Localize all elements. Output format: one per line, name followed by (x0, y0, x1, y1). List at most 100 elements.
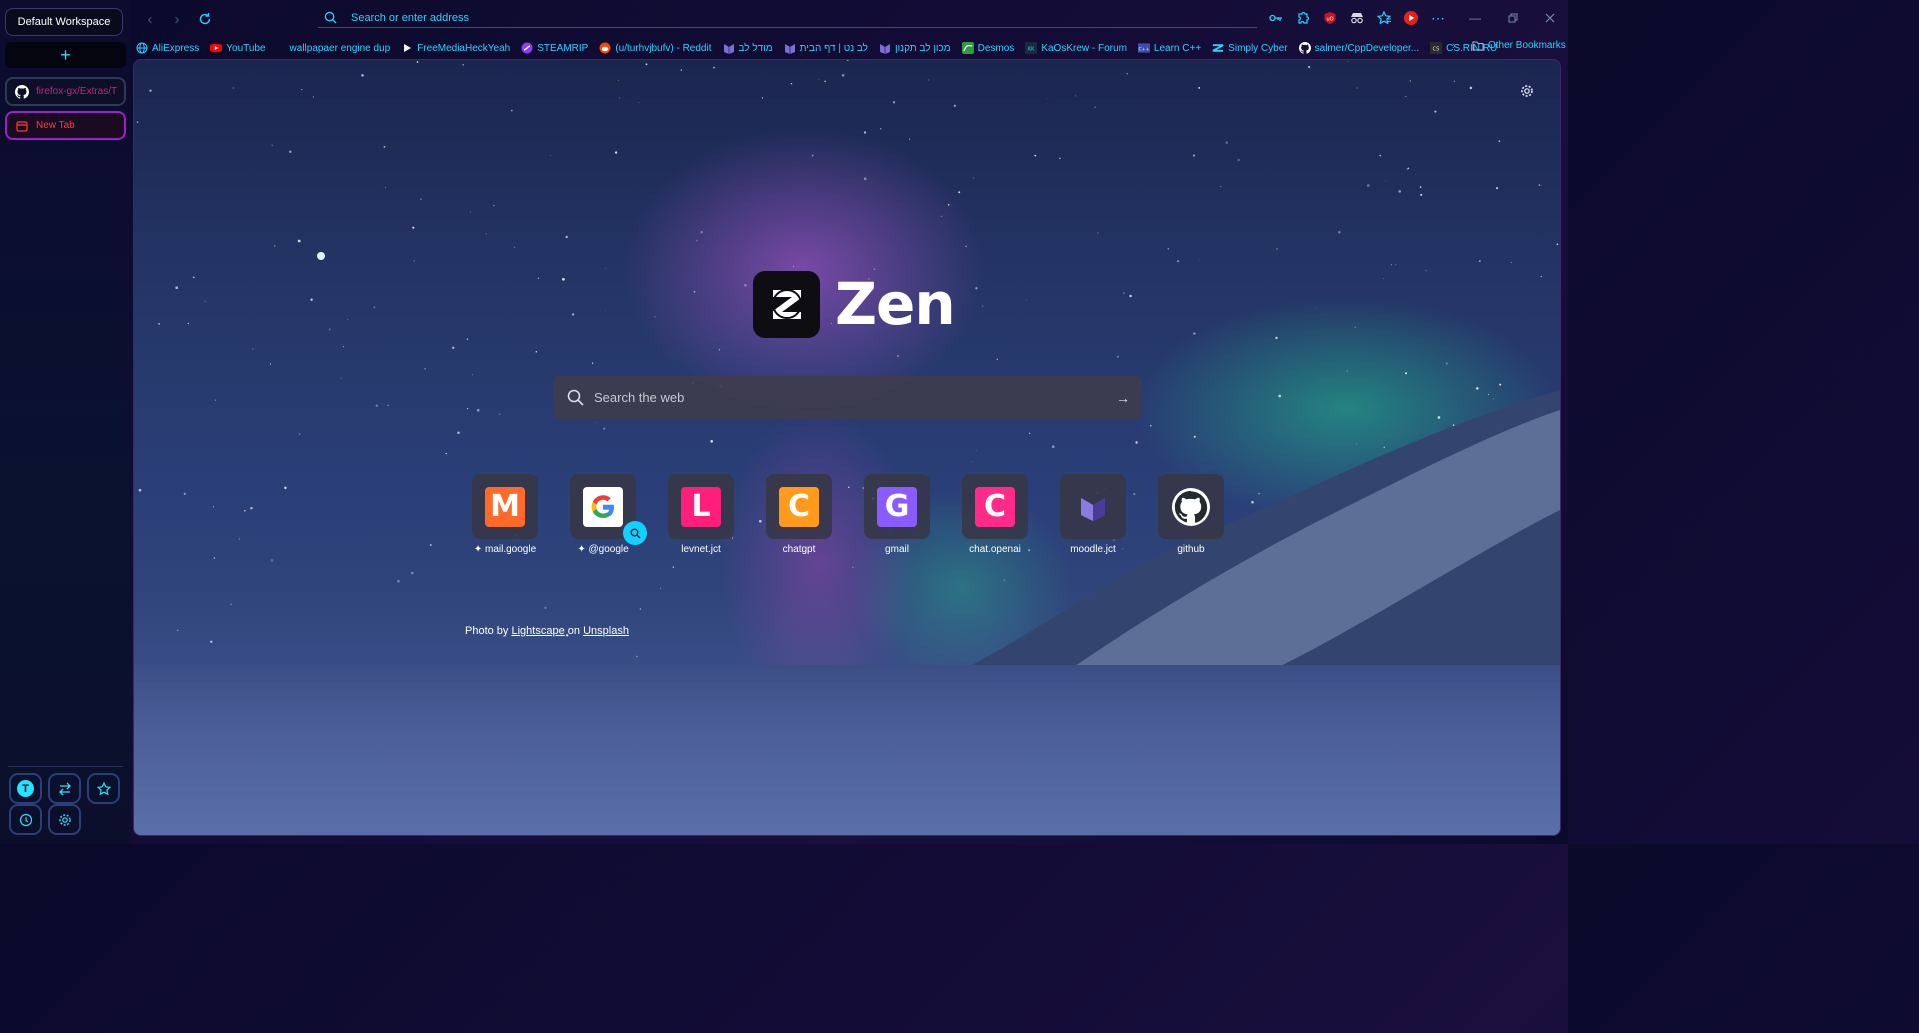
bookmark-simplycyber[interactable]: Simply Cyber (1212, 42, 1288, 54)
pin-icon: ✦ (473, 544, 485, 555)
moodle-icon (1081, 497, 1105, 521)
privacy-button[interactable] (1348, 9, 1366, 27)
settings-button[interactable] (48, 804, 81, 835)
tab-title: firefox-gx/Extras/T (36, 86, 118, 97)
back-button[interactable]: ‹ (140, 9, 160, 29)
history-button[interactable] (9, 804, 42, 835)
shortcut-gmail[interactable]: G gmail (864, 474, 930, 555)
github-icon (1298, 42, 1311, 54)
shortcut-tile (1060, 474, 1126, 539)
learncpp-icon: C++ (1137, 42, 1150, 54)
shortcut-tile: G (864, 474, 930, 539)
shortcut-letter-icon: M (485, 486, 525, 527)
shortcut-letter-icon: C (975, 486, 1015, 527)
bookmark-cppdeveloper[interactable]: salmer/CppDeveloper... (1298, 42, 1420, 54)
photo-credit: Photo by Lightscape on Unsplash (465, 625, 629, 637)
bookmark-lev-regulations[interactable]: מכון לב תקנון (879, 42, 951, 54)
profile-button[interactable]: T (9, 773, 42, 804)
restore-button[interactable] (1504, 9, 1522, 27)
shortcut-levnet[interactable]: L levnet.jct (668, 474, 734, 555)
bookmark-page-button[interactable] (1375, 9, 1393, 27)
new-tab-button[interactable]: + (5, 42, 126, 68)
bookmarks-overflow-button[interactable]: › (1452, 40, 1456, 52)
bookmark-reddit[interactable]: (u/turhvjbufv) - Reddit (599, 42, 712, 54)
gear-icon (58, 813, 71, 826)
web-search-input[interactable]: Search the web → (553, 376, 1142, 419)
shortcut-label: chatgpt (782, 544, 816, 555)
menu-button[interactable]: ⋯ (1429, 9, 1447, 27)
reload-button[interactable] (195, 9, 215, 29)
bookmark-label: (u/turhvjbufv) - Reddit (615, 42, 712, 54)
key-icon (1269, 14, 1282, 22)
shortcut-label: moodle.jct (1070, 544, 1116, 555)
extensions-button[interactable] (1294, 9, 1312, 27)
forward-arrow-icon: › (174, 10, 180, 28)
tab-new-tab[interactable]: New Tab (5, 111, 126, 140)
bookmark-star-icon (1376, 11, 1391, 25)
tab-github[interactable]: firefox-gx/Extras/T (5, 77, 126, 106)
unsplash-link[interactable]: Unsplash (583, 625, 629, 637)
spy-icon (1351, 13, 1363, 24)
ublock-button[interactable]: uO (1321, 9, 1339, 27)
search-shortcut-badge (623, 521, 647, 545)
author-link[interactable]: Lightscape (511, 625, 564, 637)
moodle-icon (723, 42, 735, 54)
bookmark-steamrip[interactable]: STEAMRIP (521, 42, 588, 54)
bookmark-learncpp[interactable]: C++ Learn C++ (1137, 42, 1201, 54)
close-icon (1545, 13, 1555, 23)
youtube-icon (210, 42, 223, 54)
bookmark-label: YouTube (226, 42, 266, 54)
bookmark-label: salmer/CppDeveloper... (1314, 42, 1420, 54)
workspace-button[interactable]: Default Workspace (5, 8, 123, 36)
svg-text:KK: KK (1028, 47, 1035, 53)
shortcut-tile: M (472, 474, 538, 539)
youtube-extension-button[interactable] (1402, 9, 1420, 27)
forward-button[interactable]: › (167, 9, 187, 29)
sidebar-divider (8, 766, 123, 767)
close-button[interactable] (1541, 9, 1559, 27)
passwords-button[interactable] (1267, 9, 1285, 27)
bookmark-moodle-lev[interactable]: מודל לב (723, 42, 773, 54)
shortcut-label: ✦ @google (577, 544, 629, 555)
bookmark-freemediaheckyeah[interactable]: FreeMediaHeckYeah (401, 42, 510, 54)
simplycyber-icon (1212, 42, 1224, 54)
shortcut-moodle[interactable]: moodle.jct (1060, 474, 1126, 555)
svg-text:uO: uO (1326, 17, 1333, 23)
search-icon (567, 389, 584, 406)
favorites-button[interactable] (87, 773, 120, 804)
zen-logo-mark (753, 270, 820, 338)
bookmark-levnet-home[interactable]: לב נט | דף הבית (784, 42, 868, 54)
arrow-right-icon[interactable]: → (1116, 390, 1130, 406)
github-icon (1172, 487, 1210, 526)
shortcut-chat-openai[interactable]: C chat.openai (962, 474, 1028, 555)
other-bookmarks-folder[interactable]: Other Bookmarks (1472, 40, 1566, 51)
shortcut-mail-google[interactable]: M ✦ mail.google (472, 474, 538, 555)
play-icon (401, 42, 413, 54)
shortcut-label: gmail (885, 544, 909, 555)
bookmark-aliexpress[interactable]: AliExpress (136, 42, 199, 54)
bookmark-wallpaper-engine[interactable]: wallpapaer engine dup (290, 43, 391, 54)
shortcut-github[interactable]: github (1158, 474, 1224, 555)
bookmark-youtube[interactable]: YouTube (210, 42, 266, 54)
swap-workspace-button[interactable] (48, 773, 81, 804)
shortcut-letter-icon: L (681, 486, 721, 527)
tab-title: New Tab (36, 120, 75, 131)
address-bar[interactable]: Search or enter address (318, 8, 1257, 28)
moodle-icon (784, 42, 796, 54)
shortcut-google[interactable]: ✦ @google (570, 474, 647, 555)
newtab-settings-button[interactable] (1520, 84, 1534, 103)
other-bookmarks-label: Other Bookmarks (1488, 40, 1566, 51)
credit-prefix: Photo by (465, 625, 509, 637)
restore-icon (1508, 13, 1518, 23)
minimize-button[interactable]: — (1466, 9, 1484, 27)
bookmark-label: לב נט | דף הבית (799, 42, 868, 54)
bookmark-label: KaOsKrew - Forum (1041, 42, 1127, 54)
desmos-icon (961, 42, 974, 54)
bookmark-desmos[interactable]: Desmos (961, 42, 1014, 54)
shortcut-label: levnet.jct (681, 544, 721, 555)
search-icon (324, 11, 337, 24)
bookmark-label: STEAMRIP (537, 42, 589, 54)
shortcut-chatgpt[interactable]: C chatgpt (766, 474, 832, 555)
bookmark-kaoskrew[interactable]: KK KaOsKrew - Forum (1025, 42, 1127, 54)
history-icon (19, 813, 32, 826)
